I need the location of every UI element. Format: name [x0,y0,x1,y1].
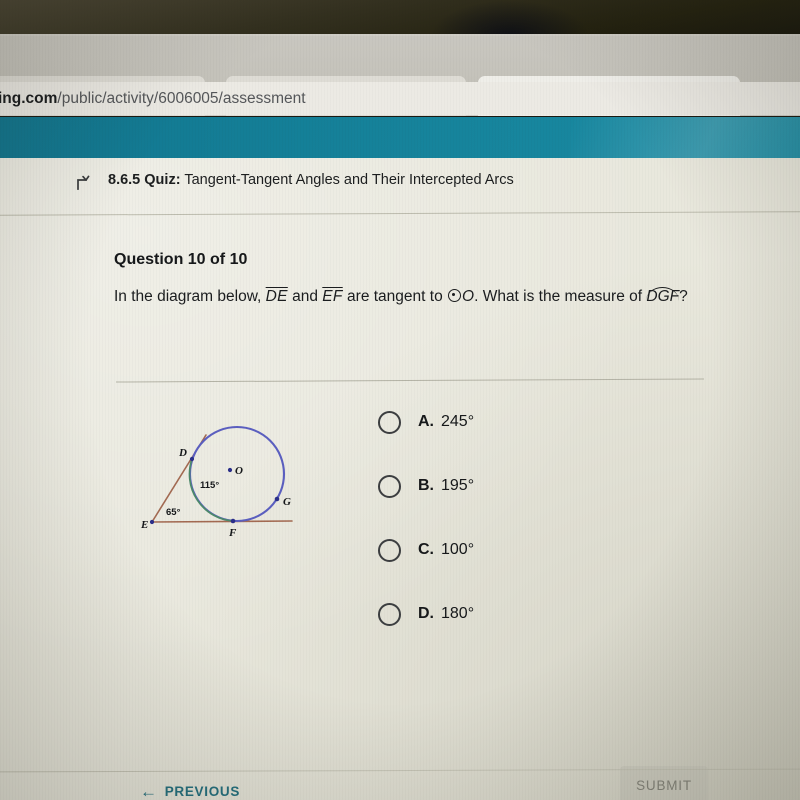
option-value: 100° [441,541,475,558]
arrow-left-icon: ← [140,782,158,800]
answer-option-d[interactable]: D. 180° [378,595,608,633]
option-letter: D. [418,605,434,622]
arc-measure-label: 115° [200,480,219,491]
address-bar-url: ing.com/public/activity/6006005/assessme… [0,90,306,108]
quiz-label: Quiz: [144,172,181,188]
radio-button-c[interactable] [378,538,401,562]
angle-measure-label: 65° [166,507,181,518]
question-text-part3: are tangent to [347,288,443,305]
option-letter: A. [418,413,434,430]
question-text-part5: ? [679,288,688,305]
quiz-title: 8.6.5 Quiz: Tangent-Tangent Angles and T… [108,172,514,188]
radio-button-d[interactable] [378,602,401,626]
geometry-diagram: D E F G O 115° 65° [140,425,293,539]
answer-option-c[interactable]: C. 100° [378,531,608,569]
question-text-part2: and [292,288,318,305]
url-path: /public/activity/6006005/assessment [57,89,306,107]
option-value: 195° [441,477,475,494]
question-text-part1: In the diagram below, [114,288,262,305]
point-e-label: E [140,519,148,531]
question-counter: Question 10 of 10 [114,251,248,268]
option-value: 180° [441,605,475,622]
app-header-banner [0,117,800,158]
point-o-marker [227,467,233,473]
point-f-label: F [228,527,237,539]
previous-button[interactable]: ← PREVIOUS [140,783,240,800]
answer-option-a[interactable]: A. 245° [378,403,608,441]
option-value: 245° [441,413,475,430]
segment-ef-label: EF [322,288,343,305]
browser-tab-strip: My Apps × Apex Learning × Apex Learning … [0,36,800,116]
point-g-label: G [283,496,291,508]
point-e-marker [149,519,155,525]
quiz-topic: Tangent-Tangent Angles and Their Interce… [184,172,514,188]
return-up-arrow-icon[interactable] [74,172,94,192]
question-text: In the diagram below, DE and EF are tang… [114,284,704,310]
previous-label: PREVIOUS [164,784,241,799]
radio-button-a[interactable] [378,410,401,434]
quiz-number: 8.6.5 [108,172,141,188]
quiz-page: 8.6.5 Quiz: Tangent-Tangent Angles and T… [0,158,800,800]
url-domain: ing.com [0,89,58,107]
screenshot-root: My Apps × Apex Learning × Apex Learning … [0,0,800,800]
circle-center-label: O [462,288,475,305]
question-text-part4: . What is the measure of [474,288,643,305]
question-divider [116,378,704,383]
point-f-marker [230,518,236,524]
monitor-bezel [0,0,800,40]
point-d-label: D [178,447,187,459]
submit-button[interactable]: SUBMIT [620,766,708,800]
answer-option-b[interactable]: B. 195° [378,467,608,505]
option-letter: C. [418,541,434,558]
banner-glare [570,117,800,158]
answer-options-list: A. 245° B. 195° C. 100° D. 180° [378,403,608,659]
segment-de-label: DE [265,288,288,305]
arc-dgf-label: DGF [646,287,680,305]
tangent-line-ef [151,520,293,523]
point-g-marker [274,496,280,502]
point-d-marker [189,456,195,462]
circle-symbol-icon [448,289,462,302]
option-letter: B. [418,477,434,494]
browser-address-bar[interactable]: ing.com/public/activity/6006005/assessme… [0,82,800,115]
point-o-label: O [235,465,243,477]
radio-button-b[interactable] [378,474,401,498]
